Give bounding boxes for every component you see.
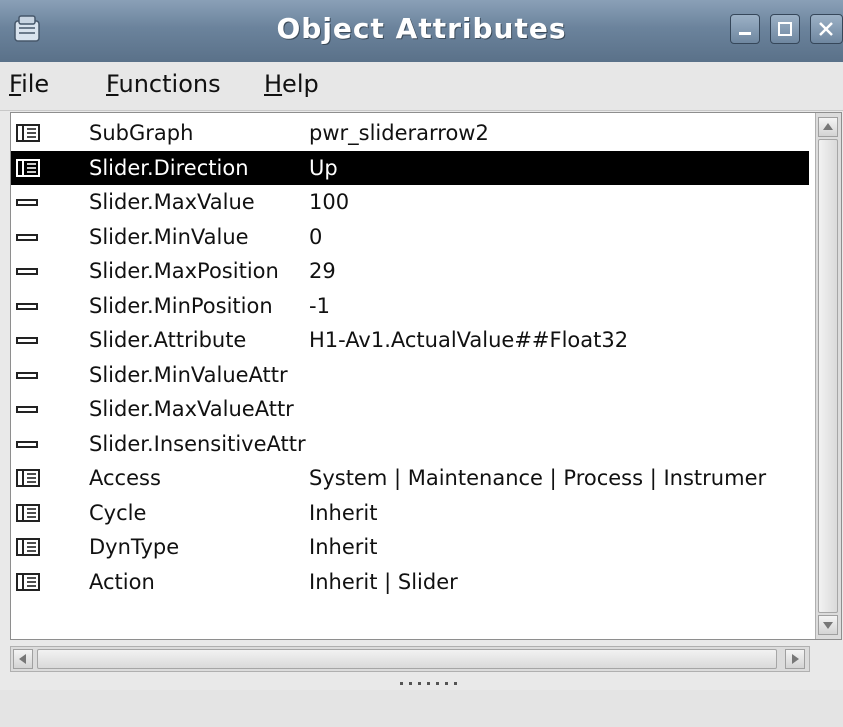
attribute-name: Access xyxy=(89,466,161,490)
attribute-name: Slider.InsensitiveAttr xyxy=(89,431,306,456)
attribute-name: SubGraph xyxy=(89,121,194,145)
attribute-icon xyxy=(14,220,42,254)
scroll-down-button[interactable] xyxy=(818,615,838,635)
resize-grip-icon[interactable] xyxy=(400,680,464,686)
attribute-row[interactable]: DynType Inherit xyxy=(11,530,809,564)
attribute-value: -1 xyxy=(309,293,330,318)
attribute-row[interactable]: Slider.MinValueAttr xyxy=(11,358,809,392)
attribute-icon xyxy=(14,185,42,219)
attribute-name: Slider.MinPosition xyxy=(89,293,273,318)
attribute-icon xyxy=(14,392,42,426)
arrow-left-icon xyxy=(19,654,26,664)
horizontal-scrollbar[interactable] xyxy=(10,646,810,672)
status-bar xyxy=(0,690,843,727)
attribute-value: Inherit | Slider xyxy=(309,569,458,594)
scroll-right-button[interactable] xyxy=(785,649,805,669)
window-title: Object Attributes xyxy=(276,12,567,45)
attribute-name: Slider.MaxValue xyxy=(89,190,255,214)
folder-icon xyxy=(14,151,42,185)
vertical-scrollbar[interactable] xyxy=(815,113,841,639)
folder-icon xyxy=(14,496,42,530)
attribute-value: Up xyxy=(309,155,338,180)
menu-help[interactable]: Help xyxy=(264,70,319,98)
folder-icon xyxy=(14,565,42,599)
folder-icon xyxy=(14,116,42,150)
menu-functions[interactable]: Functions xyxy=(106,70,221,98)
attribute-icon xyxy=(14,427,42,461)
attribute-value: H1-Av1.ActualValue##Float32 xyxy=(309,328,629,352)
minimize-button[interactable] xyxy=(730,14,760,44)
attribute-row[interactable]: Access System | Maintenance | Process | I… xyxy=(11,461,809,495)
minimize-icon xyxy=(739,32,751,35)
attribute-icon xyxy=(14,254,42,288)
attribute-row[interactable]: Slider.Attribute H1-Av1.ActualValue##Floa… xyxy=(11,323,809,357)
maximize-button[interactable] xyxy=(770,14,800,44)
attribute-row[interactable]: Slider.MaxValueAttr xyxy=(11,392,809,426)
close-button[interactable] xyxy=(810,14,843,44)
folder-icon xyxy=(14,461,42,495)
menu-file[interactable]: File xyxy=(9,70,49,98)
attribute-value: 29 xyxy=(309,259,336,283)
arrow-right-icon xyxy=(792,654,799,664)
attribute-icon xyxy=(14,289,42,323)
attribute-value: System | Maintenance | Process | Instrum… xyxy=(309,466,767,490)
attribute-name: DynType xyxy=(89,535,180,559)
attribute-list[interactable]: SubGraph pwr_sliderarrow2 Slider.Direction… xyxy=(10,112,842,640)
horizontal-scroll-thumb[interactable] xyxy=(37,649,777,669)
attribute-name: Cycle xyxy=(89,500,147,525)
title-bar[interactable]: Object Attributes xyxy=(0,0,843,63)
attribute-name: Slider.Attribute xyxy=(89,328,247,352)
scroll-up-button[interactable] xyxy=(818,117,838,137)
attribute-name: Slider.MaxValueAttr xyxy=(89,397,294,421)
scroll-left-button[interactable] xyxy=(13,649,33,669)
attribute-row[interactable]: SubGraph pwr_sliderarrow2 xyxy=(11,116,809,150)
attribute-name: Action xyxy=(89,569,155,594)
attribute-row[interactable]: Slider.InsensitiveAttr xyxy=(11,427,809,461)
attribute-row[interactable]: Slider.Direction Up xyxy=(11,150,809,185)
attribute-value: 100 xyxy=(309,190,350,214)
vertical-scroll-thumb[interactable] xyxy=(818,139,838,613)
attribute-row[interactable]: Slider.MinValue 0 xyxy=(11,220,809,254)
folder-icon xyxy=(14,530,42,564)
attribute-name: Slider.MinValueAttr xyxy=(89,362,288,387)
attribute-row[interactable]: Slider.MinPosition -1 xyxy=(11,289,809,323)
attribute-value: Inherit xyxy=(309,535,378,559)
attribute-row[interactable]: Slider.MaxValue 100 xyxy=(11,185,809,219)
attribute-value: pwr_sliderarrow2 xyxy=(309,121,489,145)
attribute-name: Slider.MinValue xyxy=(89,224,249,249)
attribute-name: Slider.Direction xyxy=(89,155,249,180)
attribute-icon xyxy=(14,323,42,357)
attribute-row[interactable]: Slider.MaxPosition 29 xyxy=(11,254,809,288)
maximize-icon xyxy=(778,22,792,36)
menu-bar: File Functions Help xyxy=(0,62,843,111)
attribute-value: Inherit xyxy=(309,500,378,525)
arrow-down-icon xyxy=(823,622,833,629)
close-icon xyxy=(819,22,833,36)
object-attributes-window: Object Attributes File Functions Help Su… xyxy=(0,0,843,727)
arrow-up-icon xyxy=(823,123,833,130)
attribute-name: Slider.MaxPosition xyxy=(89,259,279,283)
attribute-value: 0 xyxy=(309,224,323,249)
attribute-row[interactable]: Action Inherit | Slider xyxy=(11,565,809,599)
attribute-row[interactable]: Cycle Inherit xyxy=(11,496,809,530)
attribute-icon xyxy=(14,358,42,392)
